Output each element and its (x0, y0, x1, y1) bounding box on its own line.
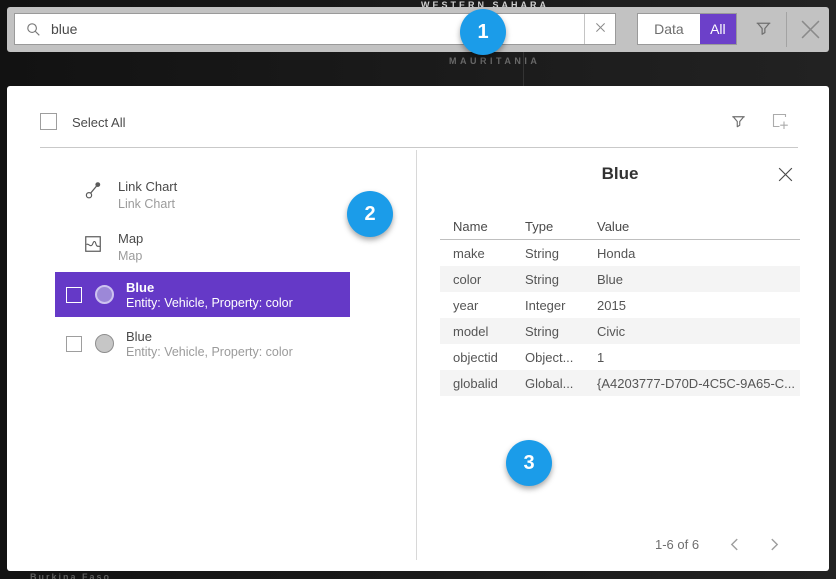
col-type: Type (525, 219, 597, 234)
link-chart-icon (85, 180, 103, 205)
result-title: Blue (126, 329, 152, 344)
result-item-blue-selected[interactable]: Blue Entity: Vehicle, Property: color (55, 272, 350, 317)
table-row: year Integer 2015 (440, 292, 800, 318)
results-filter-icon[interactable] (729, 112, 748, 136)
item-checkbox[interactable] (66, 287, 82, 303)
pagination-label: 1-6 of 6 (655, 537, 699, 552)
table-row: objectid Object... 1 (440, 344, 800, 370)
table-row: model String Civic (440, 318, 800, 344)
callout-badge-3: 3 (506, 440, 552, 486)
table-row: color String Blue (440, 266, 800, 292)
callout-badge-1: 1 (460, 9, 506, 55)
attribute-table: Name Type Value make String Honda color … (440, 214, 800, 396)
table-row: make String Honda (440, 240, 800, 266)
result-item-blue[interactable]: Blue Entity: Vehicle, Property: color (55, 324, 350, 364)
callout-badge-2: 2 (347, 191, 393, 237)
filter-icon[interactable] (753, 18, 774, 44)
map-label-western-sahara: WESTERN SAHARA (421, 0, 549, 7)
chevron-right-icon[interactable] (770, 538, 779, 556)
detail-title: Blue (440, 164, 800, 184)
result-subtitle: Link Chart (118, 197, 177, 211)
col-value: Value (597, 219, 800, 234)
map-icon (85, 236, 101, 257)
table-row: globalid Global... {A4203777-D70D-4C5C-9… (440, 370, 800, 396)
result-title: Blue (126, 280, 154, 295)
close-search-icon[interactable] (797, 16, 824, 48)
item-checkbox[interactable] (66, 336, 82, 352)
select-all-label: Select All (72, 115, 125, 130)
search-toolbar: Data All (7, 7, 829, 52)
clear-x-icon (595, 20, 606, 38)
header-divider (40, 147, 798, 148)
map-country-border (523, 52, 524, 86)
list-detail-divider (416, 150, 417, 560)
search-icon (26, 22, 41, 37)
result-title: Map (118, 231, 143, 246)
select-all-checkbox[interactable] (40, 113, 57, 130)
map-label-mauritania: MAURITANIA (449, 56, 540, 66)
entity-circle-icon (95, 285, 114, 304)
toolbar-divider (786, 12, 787, 47)
detail-close-icon[interactable] (777, 166, 794, 188)
result-subtitle: Entity: Vehicle, Property: color (126, 345, 293, 359)
col-name: Name (453, 219, 525, 234)
data-all-toggle: Data All (637, 13, 737, 45)
toggle-option-data[interactable]: Data (638, 14, 700, 44)
app-window: WESTERN SAHARA MAURITANIA Burkina Faso D… (0, 0, 836, 579)
table-header: Name Type Value (440, 214, 800, 240)
clear-search-button[interactable] (584, 14, 615, 44)
result-title: Link Chart (118, 179, 177, 194)
toggle-option-all[interactable]: All (700, 14, 736, 44)
add-to-selection-icon[interactable] (771, 112, 789, 135)
result-subtitle: Map (118, 249, 143, 263)
result-subtitle: Entity: Vehicle, Property: color (126, 296, 293, 310)
search-results-panel: Select All Link Chart Link Chart Map (7, 86, 829, 571)
chevron-left-icon[interactable] (730, 538, 739, 556)
entity-circle-icon (95, 334, 114, 353)
map-label-burkina-faso: Burkina Faso (30, 572, 111, 579)
search-box (14, 13, 616, 45)
